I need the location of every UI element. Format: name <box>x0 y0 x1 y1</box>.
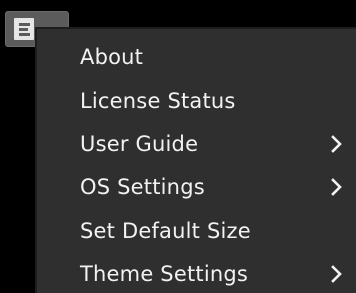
menu-item-label: Theme Settings <box>80 262 249 286</box>
menu-item-os-settings[interactable]: OS Settings <box>37 166 356 206</box>
menu-item-label: About <box>80 45 144 69</box>
menu-item-label: License Status <box>80 89 236 113</box>
menu-item-user-guide[interactable]: User Guide <box>37 123 356 163</box>
chevron-right-icon <box>331 178 342 196</box>
dropdown-menu: About License Status User Guide OS Setti… <box>35 27 356 293</box>
chevron-right-icon <box>331 265 342 283</box>
menu-item-about[interactable]: About <box>37 36 356 76</box>
menu-item-set-default-size[interactable]: Set Default Size <box>37 210 356 250</box>
menu-icon <box>14 18 34 40</box>
chevron-right-icon <box>331 135 342 153</box>
menu-item-label: Set Default Size <box>80 219 251 243</box>
menu-item-label: OS Settings <box>80 175 205 199</box>
menu-item-license-status[interactable]: License Status <box>37 80 356 120</box>
menu-item-label: User Guide <box>80 132 199 156</box>
menu-item-theme-settings[interactable]: Theme Settings <box>37 253 356 293</box>
